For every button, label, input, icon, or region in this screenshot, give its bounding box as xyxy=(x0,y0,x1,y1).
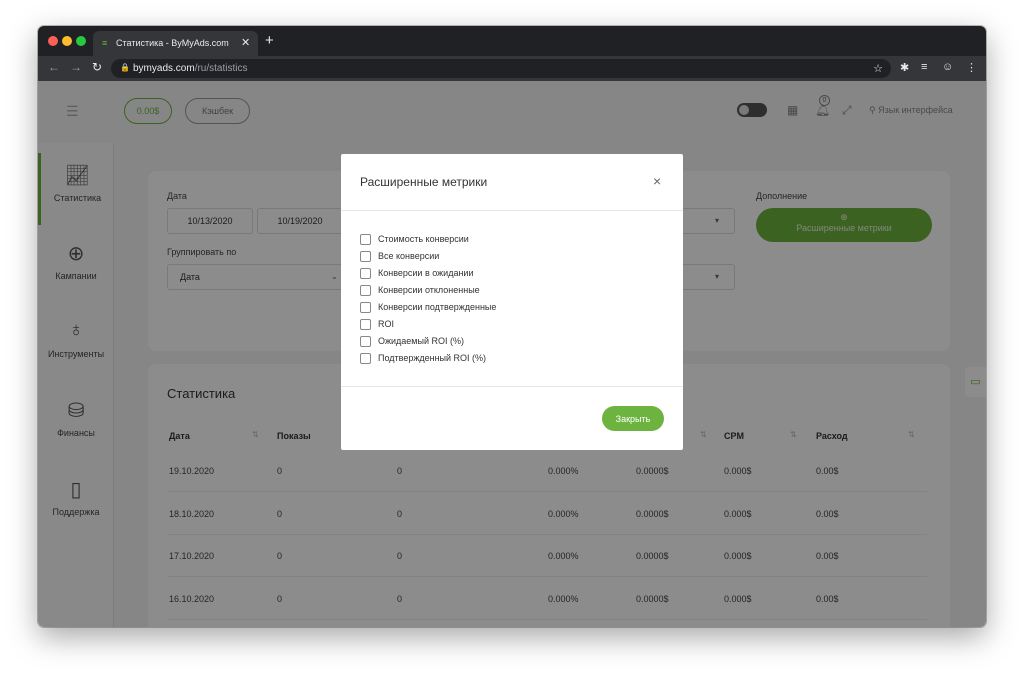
browser-menu-icon[interactable]: ⋮ xyxy=(966,61,977,74)
modal-header-divider xyxy=(341,210,683,211)
metric-option-label: Ожидаемый ROI (%) xyxy=(378,336,464,346)
bookmark-star-icon[interactable]: ☆ xyxy=(873,62,883,75)
metric-option[interactable]: ROI xyxy=(360,317,394,331)
modal-overlay[interactable]: Расширенные метрики × Стоимость конверси… xyxy=(38,81,986,627)
profile-avatar-icon[interactable]: ☺ xyxy=(942,61,953,73)
metric-option-label: Все конверсии xyxy=(378,251,440,261)
reload-icon[interactable]: ↻ xyxy=(92,60,102,74)
metric-option-label: Конверсии подтвержденные xyxy=(378,302,497,312)
metric-option-label: Стоимость конверсии xyxy=(378,234,469,244)
metric-checkbox[interactable] xyxy=(360,250,371,262)
advanced-metrics-modal: Расширенные метрики × Стоимость конверси… xyxy=(341,154,683,450)
lock-icon: 🔒 xyxy=(120,63,130,72)
modal-footer-divider xyxy=(341,386,683,387)
metric-option[interactable]: Конверсии отклоненные xyxy=(360,283,480,297)
metric-option[interactable]: Конверсии в ожидании xyxy=(360,266,473,280)
metric-checkbox[interactable] xyxy=(360,233,371,245)
metric-option[interactable]: Конверсии подтвержденные xyxy=(360,300,496,314)
minimize-window-button[interactable] xyxy=(62,36,72,46)
browser-tab[interactable]: ≡ Статистика - ByMyAds.com ✕ xyxy=(93,31,258,56)
new-tab-button[interactable]: + xyxy=(265,32,274,49)
forward-arrow-icon[interactable]: → xyxy=(70,60,82,74)
metric-checkbox[interactable] xyxy=(360,352,371,364)
site-favicon-icon: ≡ xyxy=(102,38,108,48)
close-window-button[interactable] xyxy=(48,36,58,46)
browser-toolbar: ← → ↻ 🔒 bymyads.com/ru/statistics ☆ ✱ ≡ … xyxy=(38,56,986,81)
maximize-window-button[interactable] xyxy=(76,36,86,46)
metric-option[interactable]: Стоимость конверсии xyxy=(360,232,469,246)
metric-checkbox[interactable] xyxy=(360,335,371,347)
url-text: bymyads.com/ru/statistics xyxy=(133,63,248,74)
metric-option[interactable]: Ожидаемый ROI (%) xyxy=(360,334,464,348)
metric-option[interactable]: Подтвержденный ROI (%) xyxy=(360,351,486,365)
metric-option-label: ROI xyxy=(378,319,395,329)
metric-checkbox[interactable] xyxy=(360,284,371,296)
metric-option-label: Конверсии в ожидании xyxy=(378,268,474,278)
metric-checkbox[interactable] xyxy=(360,267,371,279)
metric-option-label: Подтвержденный ROI (%) xyxy=(378,353,487,363)
tab-close-icon[interactable]: ✕ xyxy=(241,36,250,49)
metric-checkbox[interactable] xyxy=(360,318,371,330)
close-icon[interactable]: × xyxy=(653,173,661,189)
tab-title: Статистика - ByMyAds.com xyxy=(116,38,229,48)
extensions-puzzle-icon[interactable]: ✱ xyxy=(900,61,909,74)
modal-title: Расширенные метрики xyxy=(360,175,488,189)
close-button[interactable]: Закрыть xyxy=(602,406,664,431)
browser-window: ≡ Статистика - ByMyAds.com ✕ + ← → ↻ 🔒 b… xyxy=(38,26,986,627)
metric-option[interactable]: Все конверсии xyxy=(360,249,439,263)
reading-list-icon[interactable]: ≡ xyxy=(921,61,927,73)
address-bar[interactable]: 🔒 bymyads.com/ru/statistics ☆ xyxy=(111,59,891,78)
metric-option-label: Конверсии отклоненные xyxy=(378,285,480,295)
metric-checkbox[interactable] xyxy=(360,301,371,313)
browser-titlebar: ≡ Статистика - ByMyAds.com ✕ + xyxy=(38,26,986,56)
back-arrow-icon[interactable]: ← xyxy=(48,60,60,74)
